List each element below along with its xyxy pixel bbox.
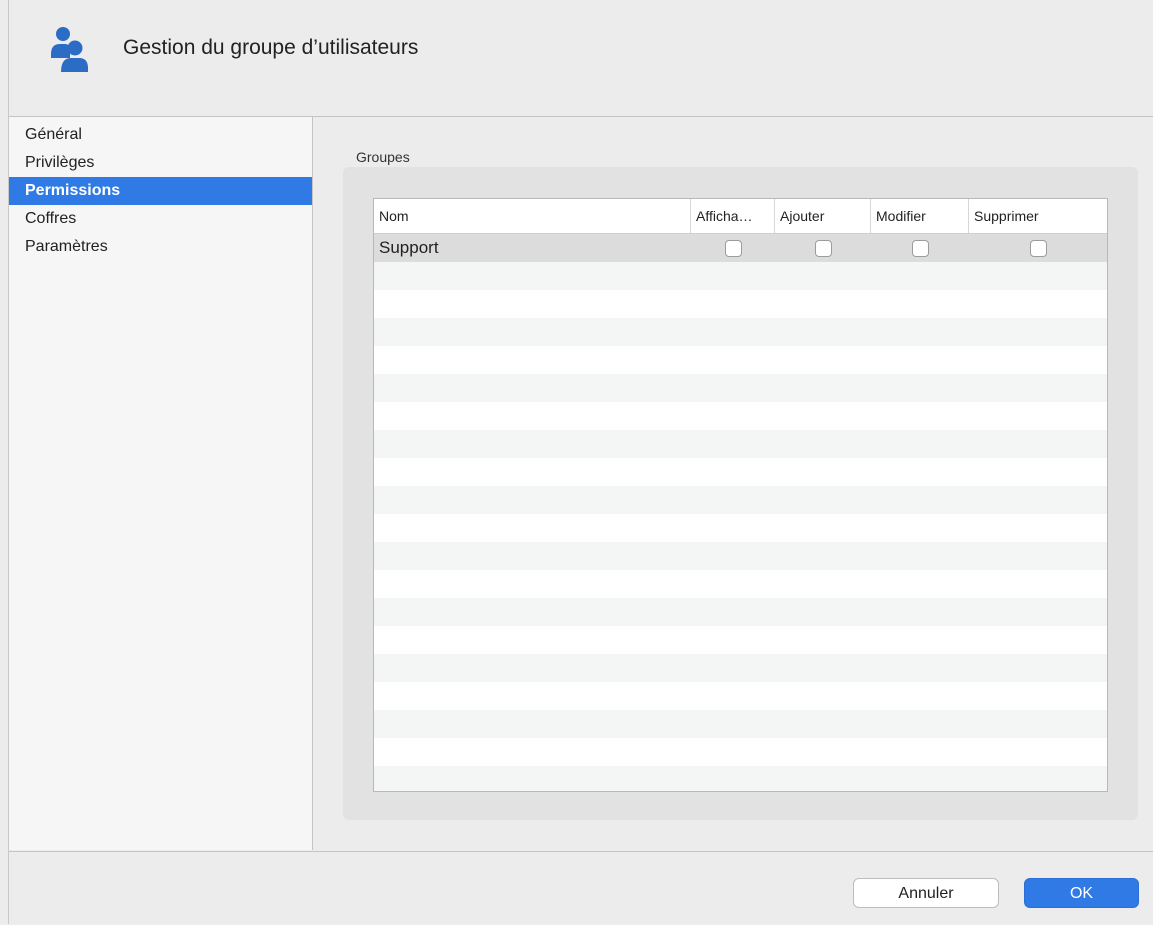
users-icon [51, 27, 88, 72]
empty-table-row [374, 318, 1107, 346]
dialog-title: Gestion du groupe d’utilisateurs [123, 36, 419, 59]
sidebar: Général Privilèges Permissions Coffres P… [9, 117, 313, 850]
dialog-header: Gestion du groupe d’utilisateurs [9, 0, 1153, 117]
empty-table-row [374, 542, 1107, 570]
column-header-nom[interactable]: Nom [374, 199, 691, 233]
sidebar-item-privileges[interactable]: Privilèges [9, 149, 312, 177]
ajouter-checkbox[interactable] [814, 239, 832, 257]
empty-table-row [374, 626, 1107, 654]
column-header-ajouter[interactable]: Ajouter [775, 199, 871, 233]
table-row[interactable]: Support [374, 234, 1107, 262]
empty-table-row [374, 710, 1107, 738]
empty-table-row [374, 570, 1107, 598]
empty-table-row [374, 430, 1107, 458]
sidebar-item-parametres[interactable]: Paramètres [9, 233, 312, 261]
table-header: Nom Afficha… Ajouter Modifier Supprimer [374, 199, 1107, 234]
empty-table-row [374, 290, 1107, 318]
groups-label: Groupes [356, 149, 410, 165]
empty-table-row [374, 598, 1107, 626]
empty-table-row [374, 262, 1107, 290]
empty-table-row [374, 374, 1107, 402]
empty-table-row [374, 654, 1107, 682]
column-header-affichage[interactable]: Afficha… [691, 199, 775, 233]
column-header-modifier[interactable]: Modifier [871, 199, 969, 233]
column-header-supprimer[interactable]: Supprimer [969, 199, 1107, 233]
empty-table-row [374, 514, 1107, 542]
groups-box: Nom Afficha… Ajouter Modifier Supprimer … [343, 167, 1138, 820]
sidebar-item-general[interactable]: Général [9, 121, 312, 149]
affichage-checkbox[interactable] [724, 239, 742, 257]
supprimer-checkbox[interactable] [1029, 239, 1047, 257]
ok-button[interactable]: OK [1024, 878, 1139, 908]
groups-table[interactable]: Nom Afficha… Ajouter Modifier Supprimer … [373, 198, 1108, 792]
empty-table-row [374, 486, 1107, 514]
permissions-panel: Groupes Nom Afficha… Ajouter Modifier Su… [313, 117, 1153, 850]
cancel-button[interactable]: Annuler [853, 878, 999, 908]
row-name: Support [379, 238, 439, 257]
empty-table-row [374, 402, 1107, 430]
empty-rows [374, 262, 1107, 791]
dialog-footer: Annuler OK [9, 851, 1153, 925]
empty-table-row [374, 346, 1107, 374]
modifier-checkbox[interactable] [911, 239, 929, 257]
empty-table-row [374, 682, 1107, 710]
empty-table-row [374, 738, 1107, 766]
sidebar-item-coffres[interactable]: Coffres [9, 205, 312, 233]
empty-table-row [374, 766, 1107, 791]
sidebar-item-permissions[interactable]: Permissions [9, 177, 312, 205]
dialog-window: Gestion du groupe d’utilisateurs Général… [8, 0, 1153, 925]
empty-table-row [374, 458, 1107, 486]
